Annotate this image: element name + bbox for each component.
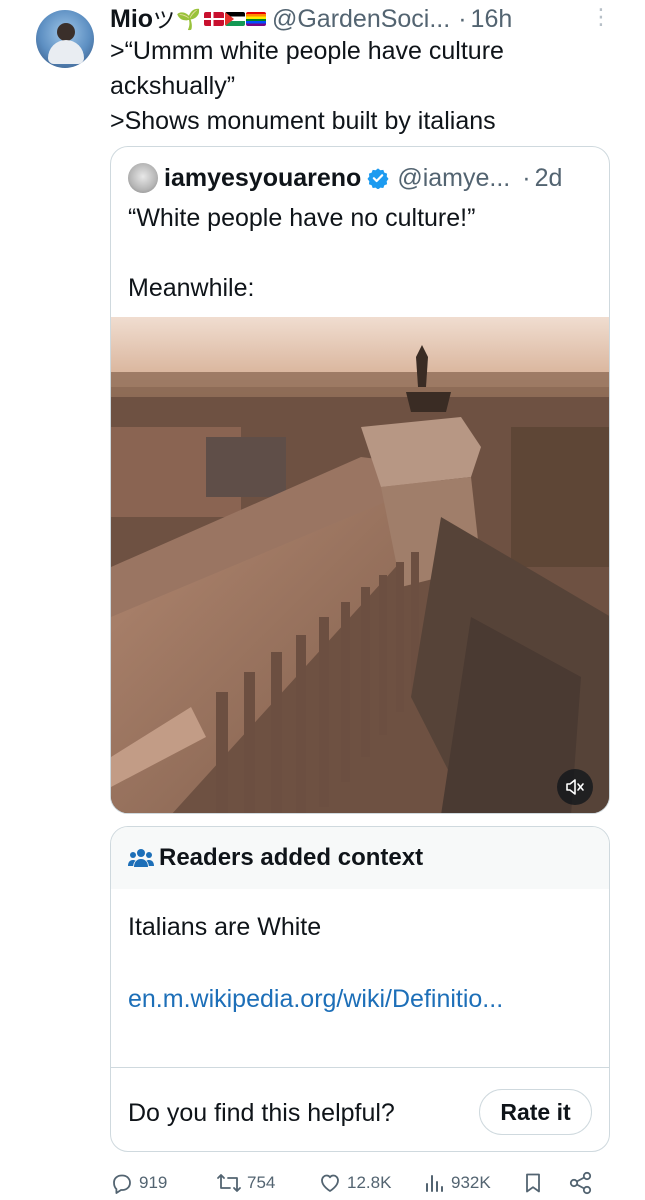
- quoted-header: iamyesyouareno @iamye... · 2d: [164, 161, 562, 195]
- community-notes-box: Readers added context Italians are White…: [110, 826, 610, 1152]
- bookmark-icon: [526, 1173, 540, 1193]
- views-icon: [426, 1175, 443, 1192]
- quoted-name[interactable]: iamyesyouareno: [164, 164, 361, 193]
- tweet-header: Mio ツ 🌱 @GardenSoci... · 16h: [110, 4, 512, 34]
- community-notes-icon: [128, 849, 154, 867]
- quoted-line: Meanwhile:: [128, 274, 255, 302]
- tweet-text: >“Ummm white people have culture ackshua…: [110, 34, 630, 139]
- repost-count: 754: [247, 1173, 276, 1192]
- sprout-emoji-icon: 🌱: [176, 8, 201, 31]
- community-notes-link[interactable]: en.m.wikipedia.org/wiki/Definitio...: [128, 985, 503, 1014]
- more-icon[interactable]: ⋮: [590, 6, 612, 28]
- like-button[interactable]: 12.8K: [318, 1168, 391, 1198]
- views-count: 932K: [451, 1173, 491, 1192]
- tweet-line: >Shows monument built by italians: [110, 107, 496, 135]
- denmark-flag-icon: [203, 12, 224, 26]
- rainbow-flag-icon: [245, 12, 266, 26]
- author-name[interactable]: Mio: [110, 5, 153, 34]
- author-name-suffix: ツ: [153, 8, 176, 33]
- name-flags: [203, 12, 266, 26]
- repost-button[interactable]: 754: [216, 1168, 275, 1198]
- tweet-line: ackshually”: [110, 72, 236, 100]
- rate-it-button[interactable]: Rate it: [479, 1089, 592, 1135]
- monument-video-frame: [111, 317, 609, 813]
- views-button[interactable]: 932K: [422, 1168, 491, 1198]
- mute-icon[interactable]: [557, 769, 593, 805]
- tweet-line: >“Ummm white people have culture: [110, 37, 504, 65]
- action-bar: 919 754 12.8K 932K: [110, 1168, 610, 1198]
- reply-count: 919: [139, 1173, 168, 1192]
- quoted-time[interactable]: 2d: [535, 164, 563, 193]
- divider: [111, 1067, 609, 1068]
- separator-dot: ·: [522, 163, 531, 192]
- community-notes-title: Readers added context: [159, 844, 424, 871]
- quoted-handle[interactable]: @iamye...: [397, 164, 510, 193]
- helpful-question: Do you find this helpful?: [128, 1099, 395, 1127]
- tweet-time[interactable]: 16h: [471, 5, 513, 34]
- palestine-flag-icon: [224, 12, 245, 26]
- quoted-line: “White people have no culture!”: [128, 204, 476, 232]
- like-count: 12.8K: [347, 1173, 392, 1192]
- quoted-tweet[interactable]: iamyesyouareno @iamye... · 2d “White peo…: [110, 146, 610, 814]
- share-button[interactable]: [568, 1168, 599, 1198]
- video-thumbnail[interactable]: [111, 317, 609, 813]
- author-avatar[interactable]: [36, 10, 94, 68]
- reply-button[interactable]: 919: [110, 1168, 167, 1198]
- bookmark-button[interactable]: [522, 1168, 549, 1198]
- author-handle[interactable]: @GardenSoci...: [272, 5, 450, 34]
- share-icon: [569, 1171, 592, 1195]
- repost-icon: [217, 1174, 241, 1192]
- like-icon: [321, 1174, 339, 1192]
- tweet: Mio ツ 🌱 @GardenSoci... · 16h ⋮ >“Ummm wh…: [0, 0, 645, 1200]
- separator-dot: ·: [458, 4, 467, 33]
- reply-icon: [113, 1174, 131, 1194]
- quoted-text: “White people have no culture!” Meanwhil…: [128, 201, 598, 306]
- verified-badge-icon: [367, 168, 389, 189]
- quoted-avatar[interactable]: [128, 163, 158, 193]
- community-notes-header: Readers added context: [111, 827, 609, 889]
- community-notes-body: Italians are White: [128, 913, 322, 941]
